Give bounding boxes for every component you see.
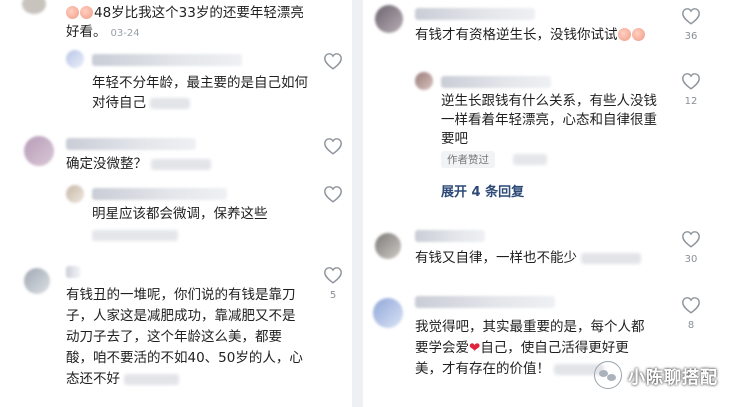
heart-outline-icon xyxy=(324,267,342,284)
heart-outline-icon xyxy=(682,8,700,25)
comment-text: 48岁比我这个33岁的还要年轻漂亮 xyxy=(66,3,304,24)
reply-text: 年轻不分年龄，最主要的是自己如何 xyxy=(92,73,308,94)
like-button[interactable] xyxy=(681,72,701,90)
heart-outline-icon xyxy=(682,297,700,314)
user-name[interactable] xyxy=(66,266,80,278)
blush-emoji-icon xyxy=(80,6,93,19)
reply-meta xyxy=(513,154,547,165)
user-name[interactable] xyxy=(415,8,535,20)
comment-text: 美，才有存在的价值！ xyxy=(415,359,604,380)
blush-emoji-icon xyxy=(617,28,631,41)
comment-line: 态还不好 xyxy=(66,371,120,387)
reply-meta xyxy=(92,230,178,241)
comment-line: 好看。 xyxy=(66,24,107,40)
avatar[interactable] xyxy=(22,0,46,14)
like-count: 30 xyxy=(684,254,698,265)
comment-text: 确定没微整？ xyxy=(66,154,211,175)
avatar[interactable] xyxy=(415,72,433,90)
comment-line: 有钱丑的一堆呢，你们说的有钱是靠刀 xyxy=(66,287,296,303)
user-name[interactable] xyxy=(415,230,485,242)
avatar[interactable] xyxy=(375,5,403,33)
like-button[interactable] xyxy=(681,296,701,314)
panel-divider xyxy=(352,0,363,407)
comment-date: 03-24 xyxy=(110,28,140,39)
comment-text: 有钱又自律，一样也不能少 xyxy=(415,248,641,269)
like-button[interactable] xyxy=(323,185,343,203)
avatar[interactable] xyxy=(375,233,401,259)
comment-text: 好看。 03-24 xyxy=(66,22,140,44)
comment-line: 自己，使自己活得更好更 xyxy=(480,340,629,356)
like-button[interactable] xyxy=(323,266,343,284)
heart-outline-icon xyxy=(324,186,342,203)
comment-line: 有钱又自律，一样也不能少 xyxy=(415,250,577,266)
like-count: 8 xyxy=(687,320,695,331)
comment-panel-right: 有钱才有资格逆生长，没钱你试试 36 逆生长跟钱有什么关系，有些人没钱 一样看着… xyxy=(365,0,745,407)
like-button[interactable] xyxy=(681,7,701,25)
comment-meta xyxy=(581,252,641,264)
reply-text: 对待自己 xyxy=(92,93,190,114)
user-name[interactable] xyxy=(66,138,196,150)
comment-line: 48岁比我这个33岁的还要年轻漂亮 xyxy=(94,5,304,21)
like-count: 36 xyxy=(684,31,698,42)
comment-line: 酸，咱不要活的不如40、50岁的人，心 xyxy=(66,350,303,366)
reply-meta xyxy=(150,97,190,109)
author-liked-badge: 作者赞过 xyxy=(441,151,495,168)
red-heart-icon: ❤ xyxy=(469,340,481,356)
heart-outline-icon xyxy=(682,73,700,90)
comment-line: 我觉得吧，其实最重要的是，每个人都 xyxy=(415,319,645,335)
wechat-icon xyxy=(594,361,622,389)
avatar[interactable] xyxy=(66,185,84,203)
comment-line: 有钱才有资格逆生长，没钱你试试 xyxy=(415,27,618,43)
user-name[interactable] xyxy=(415,296,555,308)
reply-line: 一样看着年轻漂亮，心态和自律很重 xyxy=(441,112,657,128)
avatar[interactable] xyxy=(373,298,403,328)
avatar[interactable] xyxy=(66,50,84,68)
comment-line: 要学会爱 xyxy=(415,340,469,356)
heart-outline-icon xyxy=(682,231,700,248)
reply-line: 对待自己 xyxy=(92,95,146,111)
heart-outline-icon xyxy=(324,53,342,70)
reply-line: 明星应该都会微调，保养这些 xyxy=(92,206,268,222)
avatar[interactable] xyxy=(24,268,50,294)
comment-meta xyxy=(124,373,179,385)
heart-outline-icon xyxy=(324,138,342,155)
like-button[interactable] xyxy=(323,137,343,155)
like-button[interactable] xyxy=(681,230,701,248)
watermark-text: 小陈聊搭配 xyxy=(628,367,718,388)
comment-text: 有钱才有资格逆生长，没钱你试试 xyxy=(415,25,646,46)
user-name[interactable] xyxy=(92,188,227,200)
user-name[interactable] xyxy=(441,76,551,88)
expand-replies-link[interactable]: 展开 4 条回复 xyxy=(441,181,524,200)
user-name[interactable] xyxy=(92,54,242,66)
reply-line: 逆生长跟钱有什么关系，有些人没钱 xyxy=(441,93,657,109)
like-count: 12 xyxy=(684,96,698,107)
comment-text: 态还不好 xyxy=(66,369,179,390)
reply-line: 要吧 xyxy=(441,131,468,147)
reply-text: 要吧 xyxy=(441,129,468,150)
comment-line: 子，人家这是减肥成功，靠减肥又不是 xyxy=(66,308,296,324)
like-button[interactable] xyxy=(323,52,343,70)
avatar[interactable] xyxy=(24,136,54,166)
blush-emoji-icon xyxy=(66,6,79,19)
blush-emoji-icon xyxy=(631,28,645,41)
comment-line: 确定没微整？ xyxy=(66,156,147,172)
like-count: 5 xyxy=(329,290,337,301)
comment-panel-left: 48岁比我这个33岁的还要年轻漂亮 好看。 03-24 年轻不分年龄，最主要的是自… xyxy=(0,0,350,407)
comment-text: 要学会爱❤自己，使自己活得更好更 xyxy=(415,338,629,359)
reply-line: 年轻不分年龄，最主要的是自己如何 xyxy=(92,75,308,91)
reply-text: 明星应该都会微调，保养这些 xyxy=(92,204,268,225)
comment-line: 美，才有存在的价值！ xyxy=(415,361,550,377)
comment-line: 动刀子去了，这个年龄这么美，都要 xyxy=(66,329,282,345)
comment-meta xyxy=(151,158,211,170)
watermark: 小陈聊搭配 xyxy=(594,360,718,390)
